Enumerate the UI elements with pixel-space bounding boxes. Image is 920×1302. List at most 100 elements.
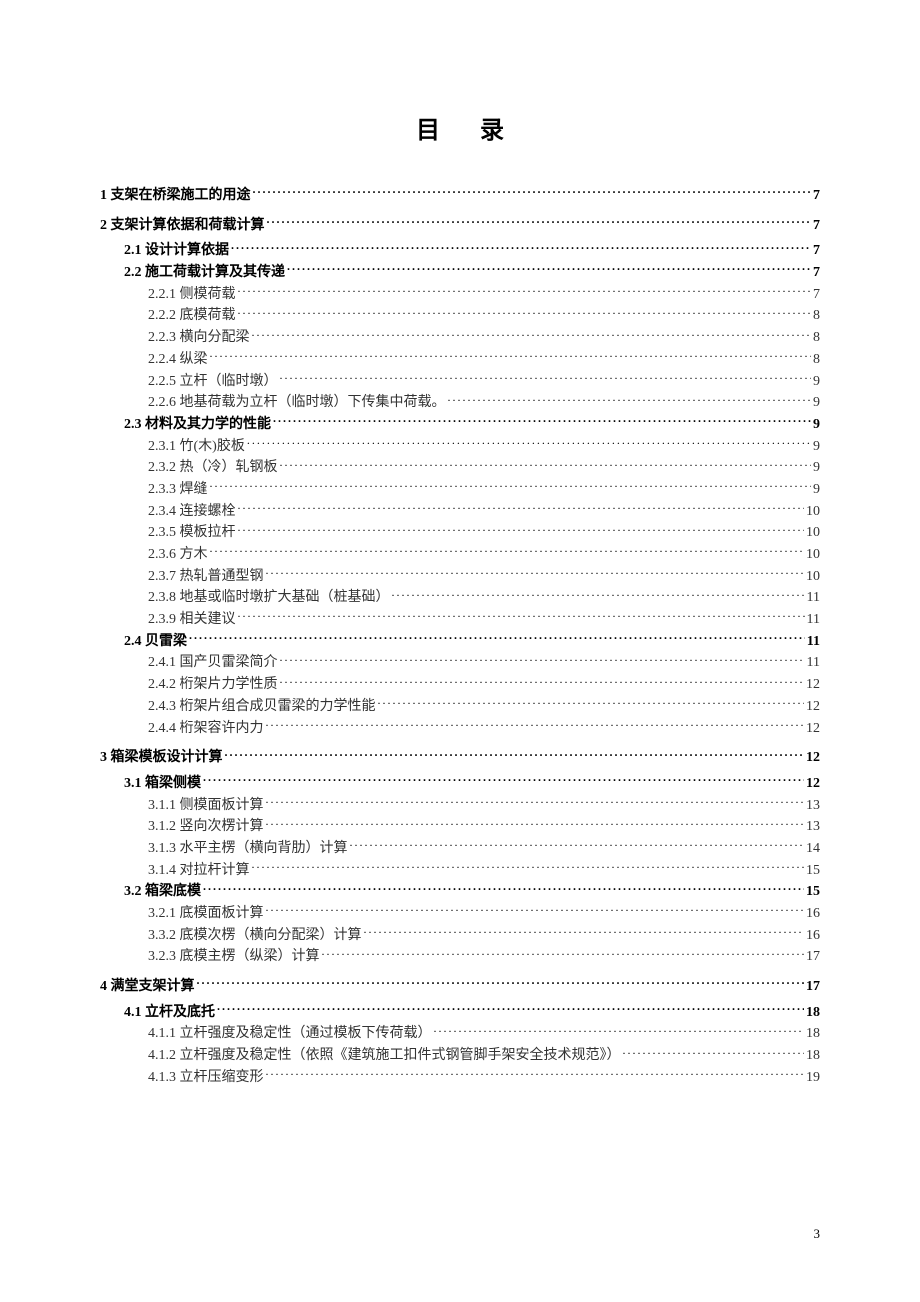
toc-entry-page: 17 [806, 946, 820, 968]
toc-entry: 3.1.3 水平主楞（横向背肋）计算14 [100, 838, 820, 860]
toc-entry-page: 9 [813, 436, 820, 458]
toc-leader-dots [266, 718, 805, 732]
toc-entry-label: 2.2.1 侧模荷载 [148, 284, 236, 306]
toc-entry-page: 12 [806, 718, 820, 740]
toc-leader-dots [392, 587, 805, 601]
toc-entry: 3.1.1 侧模面板计算 13 [100, 795, 820, 817]
toc-entry: 2.2.4 纵梁 8 [100, 349, 820, 371]
toc-leader-dots [238, 305, 812, 319]
toc-leader-dots [448, 392, 812, 406]
toc-entry: 3.2.1 底模面板计算 16 [100, 903, 820, 925]
toc-entry-page: 17 [806, 976, 820, 998]
toc-entry-label: 3.2 箱梁底模 [124, 881, 201, 903]
toc-entry-page: 12 [806, 747, 820, 769]
toc-entry-page: 15 [806, 881, 820, 903]
toc-leader-dots [273, 414, 811, 428]
toc-entry-page: 11 [807, 587, 820, 609]
toc-leader-dots [189, 631, 805, 645]
toc-leader-dots [350, 838, 805, 852]
toc-entry-page: 9 [813, 371, 820, 393]
toc-entry: 2.2.5 立杆（临时墩） 9 [100, 371, 820, 393]
toc-entry: 2.3.5 模板拉杆10 [100, 522, 820, 544]
toc-entry-label: 2.3.8 地基或临时墩扩大基础（桩基础） [148, 587, 390, 609]
toc-entry-page: 16 [806, 903, 820, 925]
toc-entry-page: 12 [806, 696, 820, 718]
toc-leader-dots [267, 215, 812, 229]
toc-entry-label: 2.1 设计计算依据 [124, 240, 229, 262]
toc-entry-label: 3 箱梁模板设计计算 [100, 747, 223, 769]
toc-entry-label: 2.3.1 竹(木)胶板 [148, 436, 245, 458]
toc-entry-page: 10 [806, 522, 820, 544]
toc-leader-dots [231, 240, 811, 254]
toc-entry: 2.3.2 热（冷）轧钢板9 [100, 457, 820, 479]
toc-leader-dots [203, 881, 804, 895]
toc-entry-page: 7 [813, 284, 820, 306]
toc-entry: 2.2.6 地基荷载为立杆（临时墩）下传集中荷载。9 [100, 392, 820, 414]
toc-entry-page: 15 [806, 860, 820, 882]
toc-leader-dots [238, 522, 805, 536]
toc-entry-label: 2.2.4 纵梁 [148, 349, 208, 371]
toc-leader-dots [247, 436, 811, 450]
toc-entry: 4 满堂支架计算17 [100, 976, 820, 998]
toc-entry-page: 18 [806, 1023, 820, 1045]
toc-entry: 2.4.2 桁架片力学性质12 [100, 674, 820, 696]
toc-entry: 2.3.1 竹(木)胶板 9 [100, 436, 820, 458]
toc-entry-page: 10 [806, 566, 820, 588]
toc-entry: 2.4.1 国产贝雷梁简介11 [100, 652, 820, 674]
toc-entry-page: 11 [807, 609, 820, 631]
toc-entry-page: 16 [806, 925, 820, 947]
toc-entry-label: 2.3 材料及其力学的性能 [124, 414, 271, 436]
toc-entry-page: 11 [807, 652, 820, 674]
toc-entry: 2.2.1 侧模荷载 7 [100, 284, 820, 306]
toc-entry: 2.2 施工荷载计算及其传递7 [100, 262, 820, 284]
toc-entry-page: 8 [813, 327, 820, 349]
toc-entry: 2.3 材料及其力学的性能9 [100, 414, 820, 436]
toc-entry-page: 9 [813, 479, 820, 501]
toc-entry-label: 2.2 施工荷载计算及其传递 [124, 262, 285, 284]
toc-entry-label: 2.2.3 横向分配梁 [148, 327, 250, 349]
toc-entry: 2.1 设计计算依据7 [100, 240, 820, 262]
toc-entry-label: 4.1.1 立杆强度及稳定性（通过模板下传荷载） [148, 1023, 432, 1045]
toc-entry: 3.2 箱梁底模 15 [100, 881, 820, 903]
toc-entry-label: 3.1.1 侧模面板计算 [148, 795, 264, 817]
toc-entry-label: 3.2.1 底模面板计算 [148, 903, 264, 925]
toc-leader-dots [210, 349, 812, 363]
toc-leader-dots [210, 544, 805, 558]
toc-entry: 4.1.2 立杆强度及稳定性（依照《建筑施工扣件式钢管脚手架安全技术规范》）18 [100, 1045, 820, 1067]
toc-entry-label: 2.2.5 立杆（临时墩） [148, 371, 278, 393]
toc-entry-label: 2.4.3 桁架片组合成贝雷梁的力学性能 [148, 696, 376, 718]
toc-entry-page: 9 [813, 392, 820, 414]
toc-entry-page: 7 [813, 185, 820, 207]
toc-leader-dots [287, 262, 811, 276]
toc-entry-page: 10 [806, 544, 820, 566]
toc-entry: 3.1.2 竖向次楞计算13 [100, 816, 820, 838]
toc-entry: 2 支架计算依据和荷载计算7 [100, 215, 820, 237]
toc-entry: 3.1.4 对拉杆计算 15 [100, 860, 820, 882]
toc-entry: 4.1.1 立杆强度及稳定性（通过模板下传荷载） 18 [100, 1023, 820, 1045]
toc-entry-page: 10 [806, 501, 820, 523]
toc-entry-label: 2.4.4 桁架容许内力 [148, 718, 264, 740]
toc-entry-label: 2.3.3 焊缝 [148, 479, 208, 501]
toc-entry-label: 3.1 箱梁侧模 [124, 773, 201, 795]
toc-leader-dots [280, 674, 805, 688]
toc-entry-page: 8 [813, 349, 820, 371]
toc-entry-label: 2.4.2 桁架片力学性质 [148, 674, 278, 696]
toc-entry-page: 19 [806, 1067, 820, 1089]
toc-entry-label: 3.3.2 底模次楞（横向分配梁）计算 [148, 925, 362, 947]
toc-title: 目录 [100, 110, 820, 145]
toc-entry: 4.1 立杆及底托18 [100, 1002, 820, 1024]
toc-entry-label: 2.3.6 方木 [148, 544, 208, 566]
toc-entry: 2.3.4 连接螺栓10 [100, 501, 820, 523]
toc-leader-dots [252, 860, 805, 874]
toc-entry-label: 4.1.3 立杆压缩变形 [148, 1067, 264, 1089]
toc-entry-label: 2.4 贝雷梁 [124, 631, 187, 653]
toc-leader-dots [266, 903, 805, 917]
toc-leader-dots [238, 501, 805, 515]
toc-entry-label: 2 支架计算依据和荷载计算 [100, 215, 265, 237]
toc-entry-label: 3.1.4 对拉杆计算 [148, 860, 250, 882]
toc-entry-page: 13 [806, 795, 820, 817]
toc-entry-label: 1 支架在桥梁施工的用途 [100, 185, 251, 207]
toc-entry-page: 18 [806, 1002, 820, 1024]
toc-leader-dots [210, 479, 812, 493]
toc-list: 1 支架在桥梁施工的用途72 支架计算依据和荷载计算72.1 设计计算依据72.… [100, 185, 820, 1089]
